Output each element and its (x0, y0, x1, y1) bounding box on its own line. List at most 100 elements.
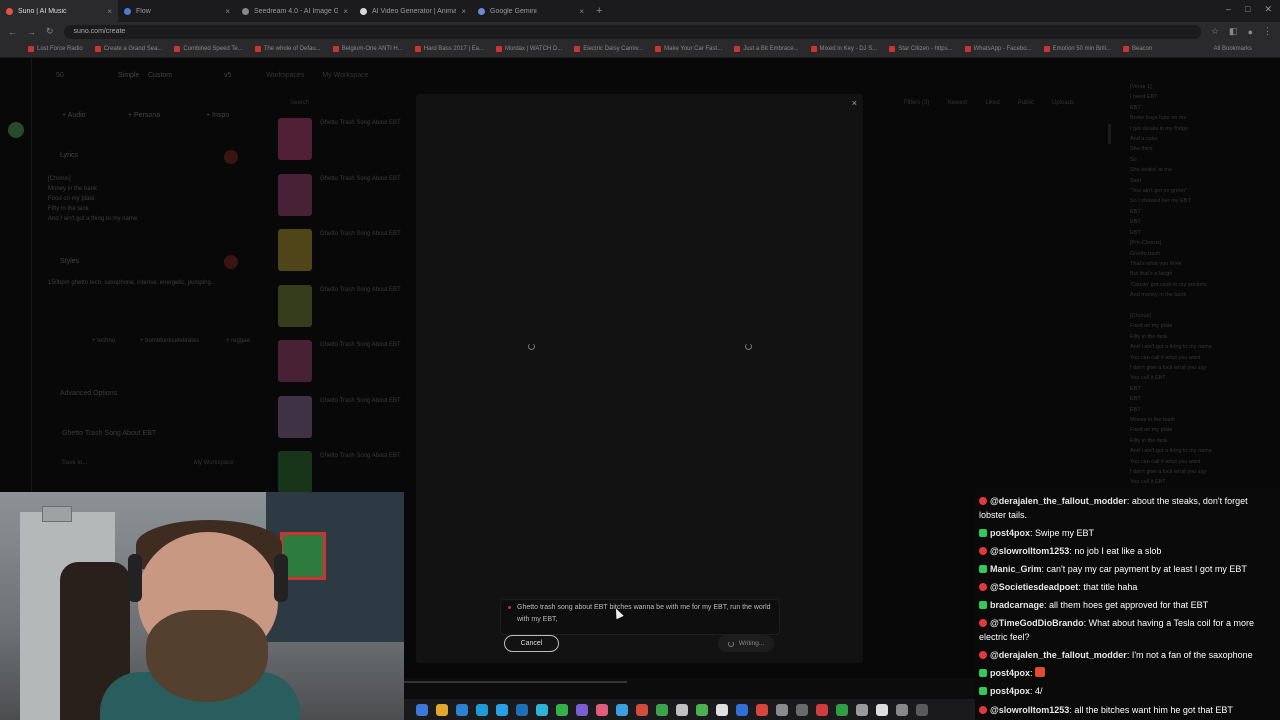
add-audio-button[interactable]: + Audio (62, 112, 86, 119)
taskbar-app-icon[interactable] (776, 703, 788, 716)
song-row[interactable]: Ghetto Trash Song About EBT (276, 451, 416, 495)
new-tab-button[interactable]: + (596, 5, 602, 17)
bookmark-item[interactable]: WhatsApp - Facebo... (964, 46, 1032, 52)
song-thumbnail[interactable] (278, 451, 312, 493)
song-title[interactable]: Ghetto Trash Song About EBT (320, 231, 401, 237)
bookmark-item[interactable]: Mixed in Key - DJ S... (810, 46, 877, 52)
browser-tab[interactable]: Suno | AI Music × (0, 0, 118, 22)
styles-text[interactable]: 150bpm ghetto tech, saxophone, intense, … (48, 280, 216, 286)
filter-item[interactable]: Liked (985, 100, 999, 106)
close-window-icon[interactable]: ✕ (1264, 4, 1272, 15)
taskbar-app-icon[interactable] (536, 703, 548, 716)
song-title[interactable]: Ghetto Trash Song About EBT (320, 120, 401, 126)
tab-simple[interactable]: Simple (118, 72, 139, 79)
song-row[interactable]: Ghetto Trash Song About EBT (276, 340, 416, 384)
song-title-field[interactable]: Ghetto Trash Song About EBT (62, 430, 156, 437)
reload-icon[interactable]: ↻ (46, 26, 54, 37)
bookmark-item[interactable]: Star Citizen - https... (889, 46, 953, 52)
clear-styles-button[interactable] (224, 255, 238, 269)
song-row[interactable]: Ghetto Trash Song About EBT (276, 284, 416, 329)
model-version[interactable]: v5 (224, 72, 231, 79)
advanced-options[interactable]: Advanced Options (60, 390, 117, 397)
extensions-icon[interactable]: ◧ (1229, 26, 1238, 37)
close-icon[interactable]: × (852, 98, 857, 108)
tab-custom[interactable]: Custom (148, 72, 172, 79)
tab-close-icon[interactable]: × (225, 7, 230, 16)
tab-close-icon[interactable]: × (343, 7, 348, 16)
song-thumbnail[interactable] (278, 395, 312, 438)
scrollbar[interactable] (1108, 124, 1111, 144)
song-title[interactable]: Ghetto Trash Song About EBT (320, 287, 401, 293)
bookmark-item[interactable]: Make Your Car Fast... (655, 46, 722, 52)
bookmark-item[interactable]: Emotion 50 min Brill... (1043, 46, 1111, 52)
browser-tab[interactable]: Seedream 4.0 - AI Image Gene × (236, 0, 354, 22)
bookmark-item[interactable]: Lost Force Radio (28, 46, 83, 52)
taskbar-app-icon[interactable] (516, 703, 528, 716)
song-title[interactable]: Ghetto Trash Song About EBT (320, 176, 401, 182)
tab-close-icon[interactable]: × (461, 7, 466, 16)
taskbar-app-icon[interactable] (696, 703, 708, 716)
taskbar-app-icon[interactable] (476, 703, 488, 716)
song-thumbnail[interactable] (278, 340, 312, 382)
taskbar-app-icon[interactable] (416, 703, 428, 716)
bookmark-item[interactable]: Beacon (1122, 46, 1152, 52)
taskbar-app-icon[interactable] (496, 703, 508, 716)
all-bookmarks[interactable]: All Bookmarks (1214, 46, 1252, 52)
profile-icon[interactable]: ● (1248, 27, 1253, 37)
song-thumbnail[interactable] (278, 118, 312, 160)
style-chip[interactable]: + techno (92, 338, 115, 344)
back-icon[interactable]: ← (8, 27, 17, 37)
taskbar-app-icon[interactable] (796, 703, 808, 716)
bookmark-item[interactable]: Combined Speed Te... (174, 46, 243, 52)
taskbar-app-icon[interactable] (856, 703, 868, 716)
song-title[interactable]: Ghetto Trash Song About EBT (320, 342, 401, 348)
taskbar-app-icon[interactable] (436, 703, 448, 716)
taskbar-app-icon[interactable] (756, 703, 768, 716)
bookmark-item[interactable]: Hard Bass 2017 | Ea... (414, 46, 484, 52)
forward-icon[interactable]: → (27, 27, 36, 37)
taskbar-app-icon[interactable] (636, 703, 648, 716)
style-chip[interactable]: + reggae (226, 338, 250, 344)
song-row[interactable]: Ghetto Trash Song About EBT (276, 229, 416, 273)
lyrics-text[interactable]: [Chorus] Money in the bank Food on my pl… (48, 174, 137, 224)
taskbar-app-icon[interactable] (556, 703, 568, 716)
tab-close-icon[interactable]: × (579, 7, 584, 16)
bookmark-item[interactable]: Create a Grand Sea... (94, 46, 162, 52)
taskbar-app-icon[interactable] (656, 703, 668, 716)
minimize-icon[interactable]: – (1226, 4, 1231, 15)
url-field[interactable]: suno.com/create (63, 24, 1201, 39)
bookmark-item[interactable]: Belgium-One ANTI H... (332, 46, 403, 52)
song-row[interactable]: Ghetto Trash Song About EBT (276, 173, 416, 218)
bookmark-item[interactable]: The whole of Defau... (254, 46, 321, 52)
bookmark-item[interactable]: Just a Bit Embrace... (734, 46, 799, 52)
song-row[interactable]: Ghetto Trash Song About EBT (276, 395, 416, 440)
bookmark-item[interactable]: Electric Daisy Carniv... (574, 46, 643, 52)
filter-item[interactable]: Public (1018, 100, 1034, 106)
breadcrumb-workspaces[interactable]: Workspaces (266, 72, 304, 79)
taskbar-app-icon[interactable] (596, 703, 608, 716)
taskbar-app-icon[interactable] (676, 703, 688, 716)
taskbar-app-icon[interactable] (876, 703, 888, 716)
song-thumbnail[interactable] (278, 229, 312, 271)
menu-icon[interactable]: ⋮ (1263, 26, 1272, 37)
taskbar-app-icon[interactable] (576, 703, 588, 716)
style-chip[interactable]: + bombfunkcelebrates (140, 338, 199, 344)
song-title[interactable]: Ghetto Trash Song About EBT (320, 453, 401, 459)
bookmark-item[interactable]: Mordax | WATCH D... (496, 46, 562, 52)
filter-item[interactable]: Uploads (1052, 100, 1074, 106)
browser-tab[interactable]: Flow × (118, 0, 236, 22)
taskbar-app-icon[interactable] (896, 703, 908, 716)
maximize-icon[interactable]: □ (1245, 4, 1250, 15)
taskbar-app-icon[interactable] (836, 703, 848, 716)
filter-item[interactable]: Filters (3) (904, 100, 929, 106)
filter-item[interactable]: Newest (947, 100, 967, 106)
search-input[interactable]: Search (290, 100, 309, 106)
cancel-button[interactable]: Cancel (504, 635, 559, 652)
add-inspo-button[interactable]: + Inspo (206, 112, 229, 119)
tab-close-icon[interactable]: × (107, 7, 112, 16)
song-row[interactable]: Ghetto Trash Song About EBT (276, 118, 416, 162)
taskbar-app-icon[interactable] (716, 703, 728, 716)
add-persona-button[interactable]: + Persona (128, 112, 160, 119)
clear-lyrics-button[interactable] (224, 150, 238, 164)
star-icon[interactable]: ☆ (1211, 26, 1219, 37)
